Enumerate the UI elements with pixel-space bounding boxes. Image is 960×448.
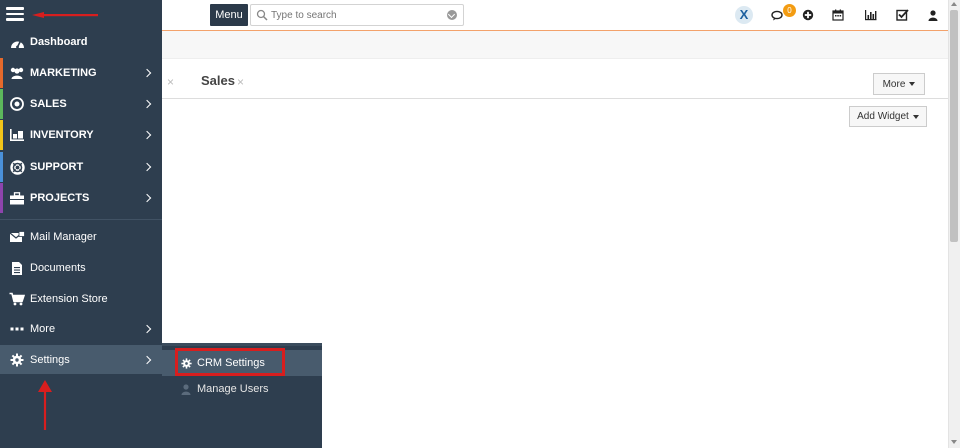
gear-icon [9,352,25,368]
sidebar-item-label: Extension Store [30,293,108,305]
sidebar-item-extension-store[interactable]: Extension Store [0,284,162,314]
sidebar-item-inventory[interactable]: INVENTORY [0,120,162,150]
chevron-right-icon [142,130,152,140]
sidebar-item-label: INVENTORY [30,129,94,141]
sidebar-item-label: Documents [30,262,86,274]
caret-down-icon [912,114,919,119]
tab-close-icon[interactable]: × [167,75,174,89]
chevron-right-icon [142,324,152,334]
ellipsis-icon [9,321,25,337]
sidebar-divider [0,219,162,220]
more-dropdown-button[interactable]: More [873,73,925,95]
hamburger-menu-icon[interactable] [6,7,24,21]
chevron-right-icon [142,99,152,109]
sidebar-item-documents[interactable]: Documents [0,253,162,283]
sidebar-item-support[interactable]: SUPPORT [0,152,162,182]
chevron-right-icon [142,355,152,364]
chevron-right-icon [142,193,152,203]
scroll-up-arrow-icon[interactable] [951,2,957,6]
sidebar-menu: Dashboard MARKETING SALES INVENTORY SUPP… [0,0,162,448]
sidebar-item-mail-manager[interactable]: Mail Manager [0,222,162,252]
search-icon [256,9,268,21]
reports-chart-icon[interactable] [862,7,878,23]
submenu-item-label: Manage Users [197,383,269,395]
annotation-highlight-box [175,348,285,376]
scrollbar-thumb[interactable] [950,10,958,242]
submenu-item-manage-users[interactable]: Manage Users [162,376,322,402]
sidebar-item-label: SUPPORT [30,161,84,173]
sidebar-item-label: MARKETING [30,67,97,79]
sidebar-item-sales[interactable]: SALES [0,89,162,119]
mail-icon [9,229,25,245]
add-icon[interactable] [800,7,816,23]
document-icon [9,260,25,276]
user-profile-icon[interactable] [925,7,941,23]
user-icon [180,383,192,395]
users-icon [9,65,25,81]
add-widget-button[interactable]: Add Widget [849,106,927,127]
sidebar-item-label: Mail Manager [30,231,97,243]
search-input[interactable] [271,7,441,23]
dashboard-icon [9,34,25,50]
briefcase-icon [9,190,25,206]
sidebar-item-settings[interactable]: Settings [0,345,162,374]
sidebar-item-label: Dashboard [30,36,88,48]
annotation-arrow-up-icon [38,380,52,430]
search-box[interactable] [250,4,464,26]
sidebar-item-label: SALES [30,98,67,110]
scroll-down-arrow-icon[interactable] [951,440,957,444]
tasks-checkbox-icon[interactable] [894,7,910,23]
tab-sales-close-icon[interactable]: × [237,75,244,89]
more-button-label: More [882,78,906,90]
search-options-icon[interactable] [447,10,457,20]
sidebar-item-marketing[interactable]: MARKETING [0,58,162,88]
chevron-right-icon [142,68,152,78]
sidebar-item-label: Settings [30,353,70,366]
inventory-icon [9,127,25,143]
sidebar-item-more[interactable]: More [0,314,162,344]
caret-down-icon [909,82,916,86]
lifebuoy-icon [9,159,25,175]
sidebar-item-label: PROJECTS [30,192,90,204]
add-widget-label: Add Widget [857,111,909,122]
x-logo-icon[interactable]: X [735,6,753,24]
annotation-arrow-left-icon [32,12,98,18]
chevron-right-icon [142,162,152,172]
tab-sales[interactable]: Sales [201,73,235,88]
notification-badge: 0 [783,4,796,17]
sidebar-item-dashboard[interactable]: Dashboard [0,27,162,57]
menu-button[interactable]: Menu [210,4,248,26]
cart-icon [9,291,25,307]
sidebar-item-label: More [30,323,56,335]
calendar-icon[interactable] [830,7,846,23]
target-icon [9,96,25,112]
sidebar-item-projects[interactable]: PROJECTS [0,183,162,213]
